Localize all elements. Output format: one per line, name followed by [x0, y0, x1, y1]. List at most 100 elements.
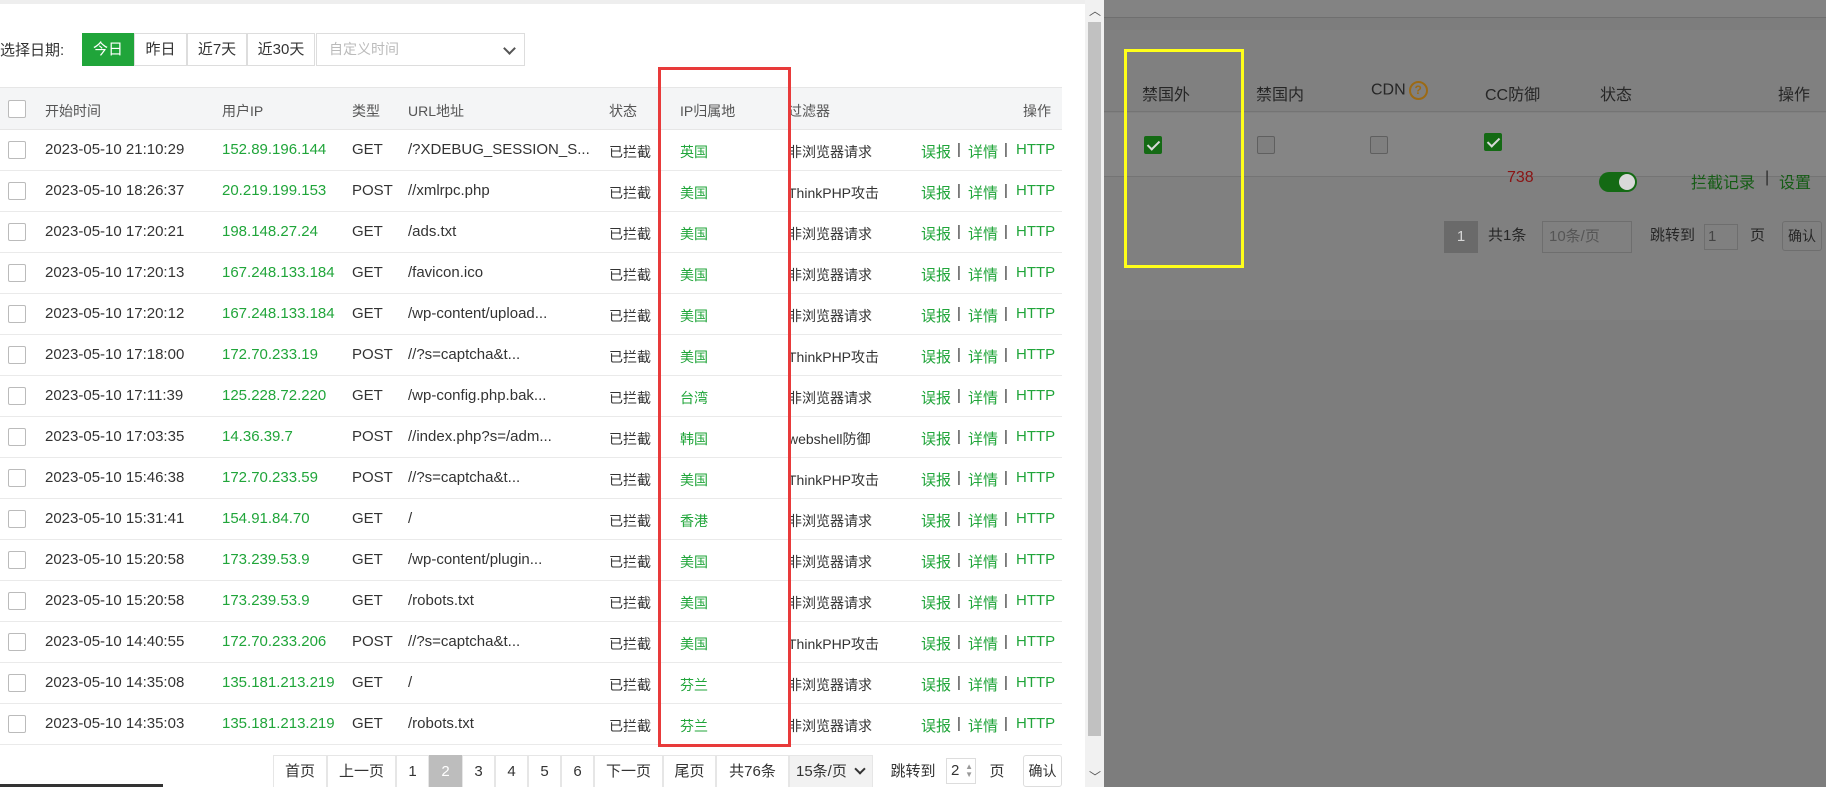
- http-link[interactable]: HTTP: [1016, 223, 1055, 240]
- http-link[interactable]: HTTP: [1016, 510, 1055, 527]
- details-link[interactable]: 详情: [968, 592, 998, 613]
- date-button-today[interactable]: 今日: [82, 33, 134, 66]
- date-button-yesterday[interactable]: 昨日: [134, 33, 187, 66]
- row-checkbox[interactable]: [8, 264, 26, 282]
- row-checkbox[interactable]: [8, 305, 26, 323]
- pager-per-page-select[interactable]: 15条/页: [789, 755, 873, 787]
- bg-pager-per-page[interactable]: 10条/页: [1542, 221, 1632, 253]
- http-link[interactable]: HTTP: [1016, 592, 1055, 609]
- pager-page-5[interactable]: 5: [528, 755, 561, 787]
- false-positive-link[interactable]: 误报: [921, 674, 951, 695]
- details-link[interactable]: 详情: [968, 633, 998, 654]
- pager-page-2[interactable]: 2: [429, 755, 462, 787]
- row-checkbox[interactable]: [8, 346, 26, 364]
- http-link[interactable]: HTTP: [1016, 141, 1055, 158]
- row-checkbox[interactable]: [8, 469, 26, 487]
- false-positive-link[interactable]: 误报: [921, 387, 951, 408]
- pager-prev[interactable]: 上一页: [327, 755, 396, 787]
- row-checkbox[interactable]: [8, 387, 26, 405]
- false-positive-link[interactable]: 误报: [921, 305, 951, 326]
- ban-domestic-checkbox[interactable]: [1257, 136, 1275, 154]
- pager-jump-input[interactable]: 2 ▲ ▼: [946, 758, 976, 784]
- row-checkbox[interactable]: [8, 428, 26, 446]
- details-link[interactable]: 详情: [968, 428, 998, 449]
- http-link[interactable]: HTTP: [1016, 715, 1055, 732]
- false-positive-link[interactable]: 误报: [921, 633, 951, 654]
- row-checkbox[interactable]: [8, 510, 26, 528]
- custom-time-picker[interactable]: 自定义时间: [316, 33, 525, 66]
- http-link[interactable]: HTTP: [1016, 182, 1055, 199]
- details-link[interactable]: 详情: [968, 674, 998, 695]
- details-link[interactable]: 详情: [968, 510, 998, 531]
- row-checkbox[interactable]: [8, 223, 26, 241]
- http-link[interactable]: HTTP: [1016, 346, 1055, 363]
- row-checkbox[interactable]: [8, 182, 26, 200]
- pager-page-6[interactable]: 6: [561, 755, 594, 787]
- details-link[interactable]: 详情: [968, 387, 998, 408]
- bg-pager-confirm-button[interactable]: 确认: [1782, 221, 1822, 251]
- false-positive-link[interactable]: 误报: [921, 223, 951, 244]
- row-checkbox[interactable]: [8, 592, 26, 610]
- date-button-7days[interactable]: 近7天: [187, 33, 247, 66]
- help-icon[interactable]: ?: [1408, 81, 1428, 100]
- http-link[interactable]: HTTP: [1016, 387, 1055, 404]
- pager-page-1[interactable]: 1: [396, 755, 429, 787]
- details-link[interactable]: 详情: [968, 551, 998, 572]
- false-positive-link[interactable]: 误报: [921, 510, 951, 531]
- pager-last[interactable]: 尾页: [663, 755, 716, 787]
- scroll-up-icon[interactable]: ︿: [1089, 2, 1101, 19]
- pager-page-4[interactable]: 4: [495, 755, 528, 787]
- cell-start-time: 2023-05-10 15:20:58: [45, 551, 185, 568]
- http-link[interactable]: HTTP: [1016, 428, 1055, 445]
- false-positive-link[interactable]: 误报: [921, 264, 951, 285]
- http-link[interactable]: HTTP: [1016, 469, 1055, 486]
- http-link[interactable]: HTTP: [1016, 674, 1055, 691]
- action-separator: |: [1004, 387, 1008, 404]
- false-positive-link[interactable]: 误报: [921, 469, 951, 490]
- cdn-checkbox[interactable]: [1370, 136, 1388, 154]
- table-row: 2023-05-10 17:18:00 172.70.233.19 POST //?s…: [0, 335, 1062, 376]
- details-link[interactable]: 详情: [968, 346, 998, 367]
- select-all-checkbox[interactable]: [8, 100, 26, 118]
- false-positive-link[interactable]: 误报: [921, 346, 951, 367]
- false-positive-link[interactable]: 误报: [921, 592, 951, 613]
- scroll-down-icon[interactable]: ﹀: [1089, 768, 1101, 785]
- pager-first[interactable]: 首页: [273, 755, 327, 787]
- row-checkbox[interactable]: [8, 674, 26, 692]
- details-link[interactable]: 详情: [968, 715, 998, 736]
- bg-pager-page[interactable]: 1: [1444, 221, 1478, 253]
- false-positive-link[interactable]: 误报: [921, 428, 951, 449]
- status-toggle[interactable]: [1599, 172, 1637, 192]
- http-link[interactable]: HTTP: [1016, 305, 1055, 322]
- details-link[interactable]: 详情: [968, 141, 998, 162]
- details-link[interactable]: 详情: [968, 264, 998, 285]
- false-positive-link[interactable]: 误报: [921, 141, 951, 162]
- details-link[interactable]: 详情: [968, 223, 998, 244]
- false-positive-link[interactable]: 误报: [921, 551, 951, 572]
- pager-page-3[interactable]: 3: [462, 755, 495, 787]
- row-checkbox[interactable]: [8, 715, 26, 733]
- spinner-arrows-icon[interactable]: ▲ ▼: [965, 763, 973, 779]
- row-checkbox[interactable]: [8, 551, 26, 569]
- date-button-30days[interactable]: 近30天: [247, 33, 315, 66]
- settings-link[interactable]: 设置: [1779, 169, 1811, 193]
- pager-next[interactable]: 下一页: [594, 755, 663, 787]
- details-link[interactable]: 详情: [968, 305, 998, 326]
- false-positive-link[interactable]: 误报: [921, 715, 951, 736]
- scrollbar-thumb[interactable]: [1088, 22, 1101, 736]
- details-link[interactable]: 详情: [968, 469, 998, 490]
- cc-checkbox[interactable]: [1484, 133, 1502, 151]
- row-checkbox[interactable]: [8, 141, 26, 159]
- action-separator: |: [957, 141, 961, 158]
- http-link[interactable]: HTTP: [1016, 633, 1055, 650]
- table-row: 2023-05-10 15:20:58 173.239.53.9 GET/robot…: [0, 581, 1062, 622]
- details-link[interactable]: 详情: [968, 182, 998, 203]
- block-records-link[interactable]: 拦截记录: [1691, 169, 1755, 193]
- http-link[interactable]: HTTP: [1016, 264, 1055, 281]
- false-positive-link[interactable]: 误报: [921, 182, 951, 203]
- pager-confirm-button[interactable]: 确认: [1023, 755, 1062, 787]
- bg-pager-jump-input[interactable]: 1: [1704, 224, 1738, 250]
- http-link[interactable]: HTTP: [1016, 551, 1055, 568]
- row-checkbox[interactable]: [8, 633, 26, 651]
- table-row: 2023-05-10 15:20:58 173.239.53.9 GET/wp-co…: [0, 540, 1062, 581]
